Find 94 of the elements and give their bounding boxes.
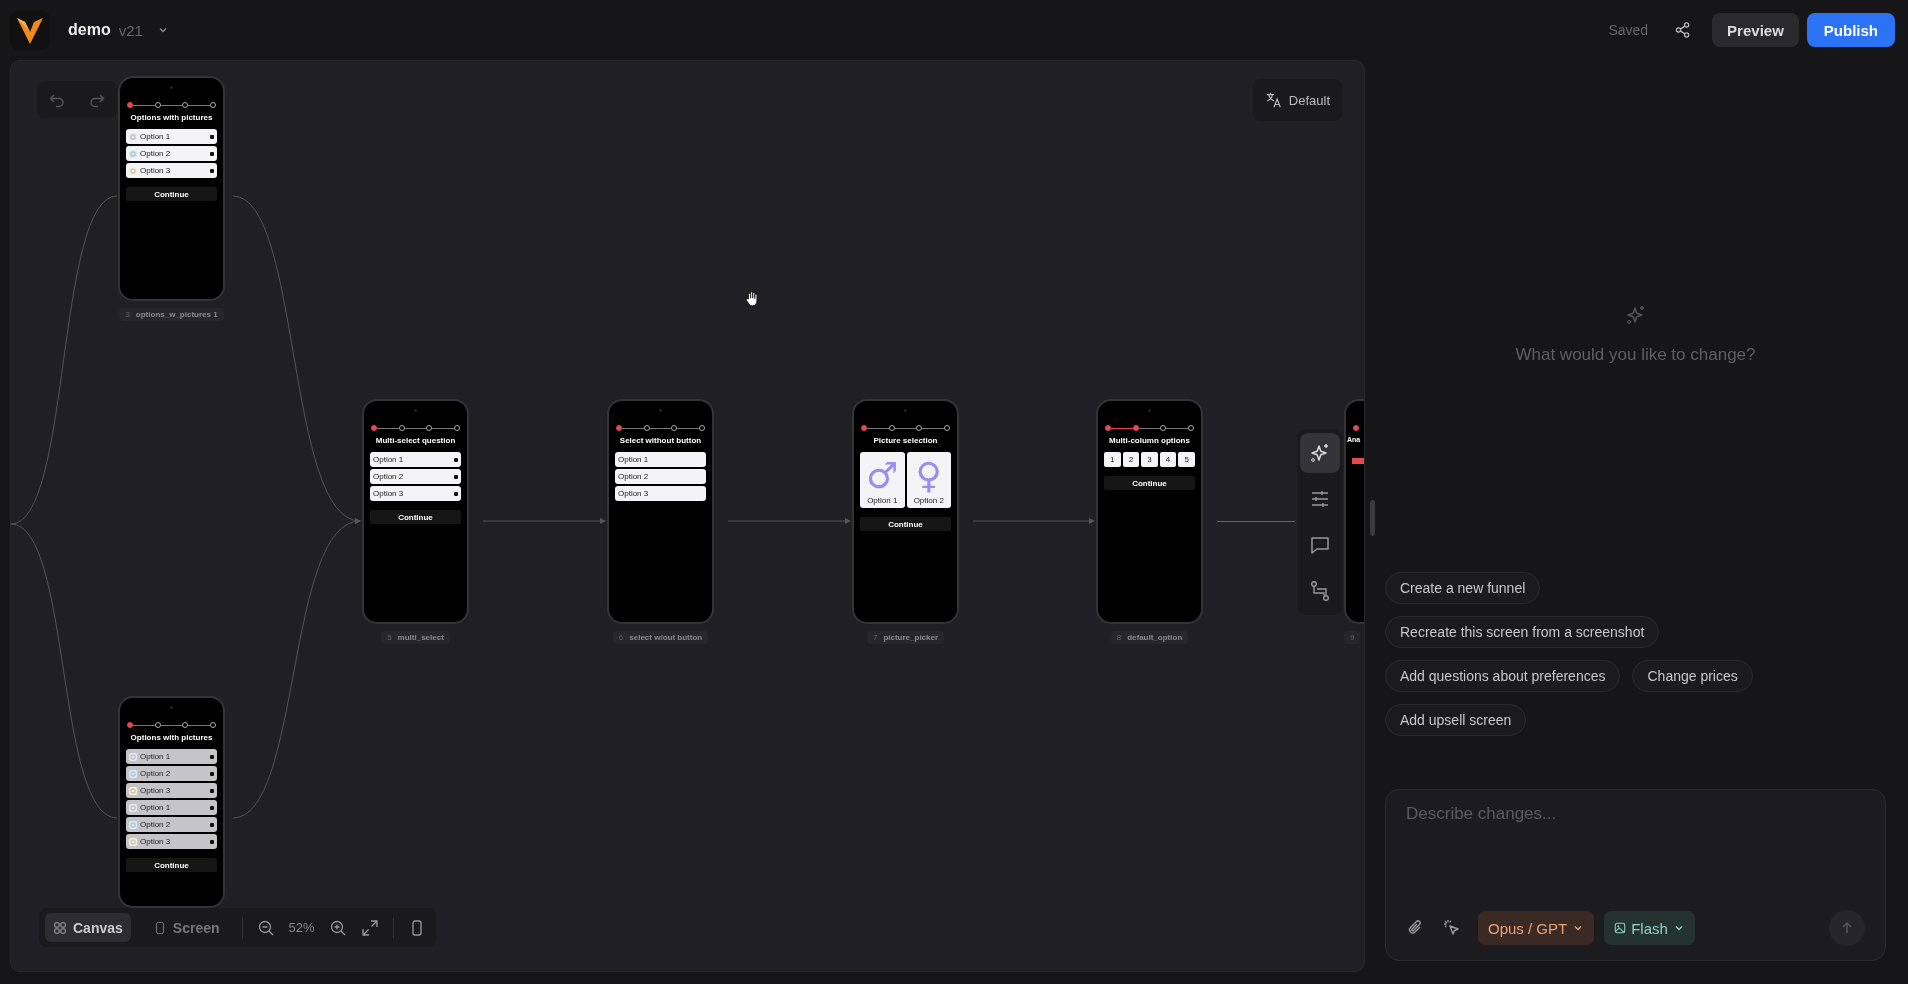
checkbox[interactable]	[210, 788, 214, 793]
save-status: Saved	[1608, 22, 1649, 38]
assistant-prompt: What would you like to change?	[1514, 345, 1757, 365]
phone-screen[interactable]: Options with pictures Option 1 Option 2 Option 3 Continue	[118, 76, 225, 301]
suggestion-chip[interactable]: Add upsell screen	[1385, 704, 1527, 736]
phone-screen[interactable]: Multi-select question Option 1 Option 2 Option 3 Continue	[362, 399, 469, 624]
app-logo[interactable]	[10, 10, 50, 50]
checkbox[interactable]	[210, 151, 214, 156]
suggestion-chip[interactable]: Change prices	[1632, 660, 1753, 692]
phone-screen[interactable]: Picture selection ♂ Option 1 ♀ Option 2 Continue	[852, 399, 959, 624]
hand-cursor-icon	[745, 291, 759, 307]
image-icon	[1614, 922, 1627, 934]
zoom-out-icon[interactable]	[256, 918, 275, 937]
option-image-icon	[129, 786, 137, 795]
option-image-icon	[129, 837, 137, 846]
option-row[interactable]: Option 2	[126, 766, 217, 781]
checkbox[interactable]	[454, 491, 458, 496]
option-row[interactable]: Option 2	[370, 469, 461, 484]
option-image-icon	[129, 803, 137, 812]
option-row[interactable]: Option 2	[126, 146, 217, 161]
option-row[interactable]: Option 3	[126, 783, 217, 798]
option-image-icon	[129, 149, 137, 158]
checkbox[interactable]	[210, 771, 214, 776]
zoom-level: 52%	[288, 920, 315, 935]
option-row[interactable]: Option 1	[126, 800, 217, 815]
screen-title: Options with pictures	[129, 113, 214, 122]
option-row[interactable]: Option 2	[615, 469, 706, 484]
suggestion-chip[interactable]: Add questions about preferences	[1385, 660, 1621, 692]
chat-input[interactable]: Describe changes... Opus / GPT Flash	[1385, 789, 1886, 961]
option-row[interactable]: Option 1	[370, 452, 461, 467]
canvas-tab[interactable]: Canvas	[45, 913, 131, 942]
option-image-icon	[129, 752, 137, 761]
checkbox[interactable]	[210, 822, 214, 827]
checkbox[interactable]	[210, 839, 214, 844]
number-option[interactable]: 4	[1159, 452, 1177, 467]
option-row[interactable]: Option 1	[615, 452, 706, 467]
option-row[interactable]: Option 3	[615, 486, 706, 501]
gender-symbol: ♀	[915, 455, 942, 496]
option-row[interactable]: Option 1	[126, 749, 217, 764]
option-row[interactable]: Option 3	[370, 486, 461, 501]
preview-button[interactable]: Preview	[1712, 13, 1799, 47]
grid-icon	[53, 920, 67, 935]
number-option[interactable]: 5	[1178, 452, 1195, 467]
continue-button[interactable]: Continue	[126, 858, 217, 872]
continue-button[interactable]: Continue	[1104, 476, 1195, 490]
checkbox[interactable]	[454, 474, 458, 479]
option-image-icon	[129, 820, 137, 829]
option-row[interactable]: Option 3	[126, 163, 217, 178]
continue-button[interactable]: Continue	[370, 510, 461, 524]
checkbox[interactable]	[210, 805, 214, 810]
zoom-in-icon[interactable]	[328, 918, 347, 937]
project-name: demo	[68, 21, 111, 39]
suggestion-chip[interactable]: Create a new funnel	[1385, 572, 1541, 604]
option-image-icon	[129, 769, 137, 778]
option-image-icon	[129, 166, 137, 175]
checkbox[interactable]	[210, 754, 214, 759]
continue-button[interactable]: Continue	[860, 517, 951, 531]
camera-dot	[170, 86, 173, 89]
screen-title: Options with pictures	[129, 733, 214, 742]
suggestion-chip[interactable]: Recreate this screen from a screenshot	[1385, 616, 1660, 648]
number-option[interactable]: 1	[1104, 452, 1121, 467]
phone-screen[interactable]: Multi-column options 1 2 3 4 5 Continue	[1096, 399, 1203, 624]
translate-icon	[1264, 91, 1283, 109]
option-row[interactable]: Option 2	[126, 817, 217, 832]
phone-screen[interactable]: Options with pictures Option 1 Option 2 Option 3 Option 1 Option 2 Option 3 Continue	[118, 696, 225, 908]
gender-symbol: ♂	[866, 455, 899, 496]
screen-title: Picture selection	[872, 436, 939, 445]
checkbox[interactable]	[454, 457, 458, 462]
continue-button[interactable]: Continue	[126, 187, 217, 201]
screen-tab[interactable]: Screen	[144, 913, 228, 942]
resize-handle[interactable]	[1370, 500, 1375, 536]
publish-button[interactable]: Publish	[1806, 13, 1895, 47]
picture-option[interactable]: ♂ Option 1	[860, 452, 905, 508]
checkbox[interactable]	[210, 134, 214, 139]
screen-title: Multi-column options	[1108, 436, 1191, 445]
fit-to-screen-icon[interactable]	[360, 918, 379, 937]
screen-title: Multi-select question	[374, 436, 457, 445]
option-row[interactable]: Option 3	[126, 834, 217, 849]
model-dropdown[interactable]: Opus / GPT	[1478, 911, 1595, 945]
language-button[interactable]: Default	[1252, 79, 1342, 121]
image-model-dropdown[interactable]: Flash	[1604, 911, 1695, 945]
ai-tool-button[interactable]	[1300, 433, 1340, 473]
option-label: Option 2	[913, 495, 944, 505]
option-image-icon	[129, 132, 137, 141]
version-label: v21	[118, 21, 143, 39]
screen-title: Select without button	[618, 436, 703, 445]
phone-screen[interactable]: Select without button Option 1 Option 2 Option 3	[607, 399, 714, 624]
option-label: Option 1	[867, 495, 898, 505]
checkbox[interactable]	[210, 168, 214, 173]
number-option[interactable]: 2	[1122, 452, 1140, 467]
option-row[interactable]: Option 1	[126, 129, 217, 144]
picture-option[interactable]: ♀ Option 2	[906, 452, 951, 508]
branch-icon	[1308, 579, 1332, 603]
number-option[interactable]: 3	[1141, 452, 1158, 467]
